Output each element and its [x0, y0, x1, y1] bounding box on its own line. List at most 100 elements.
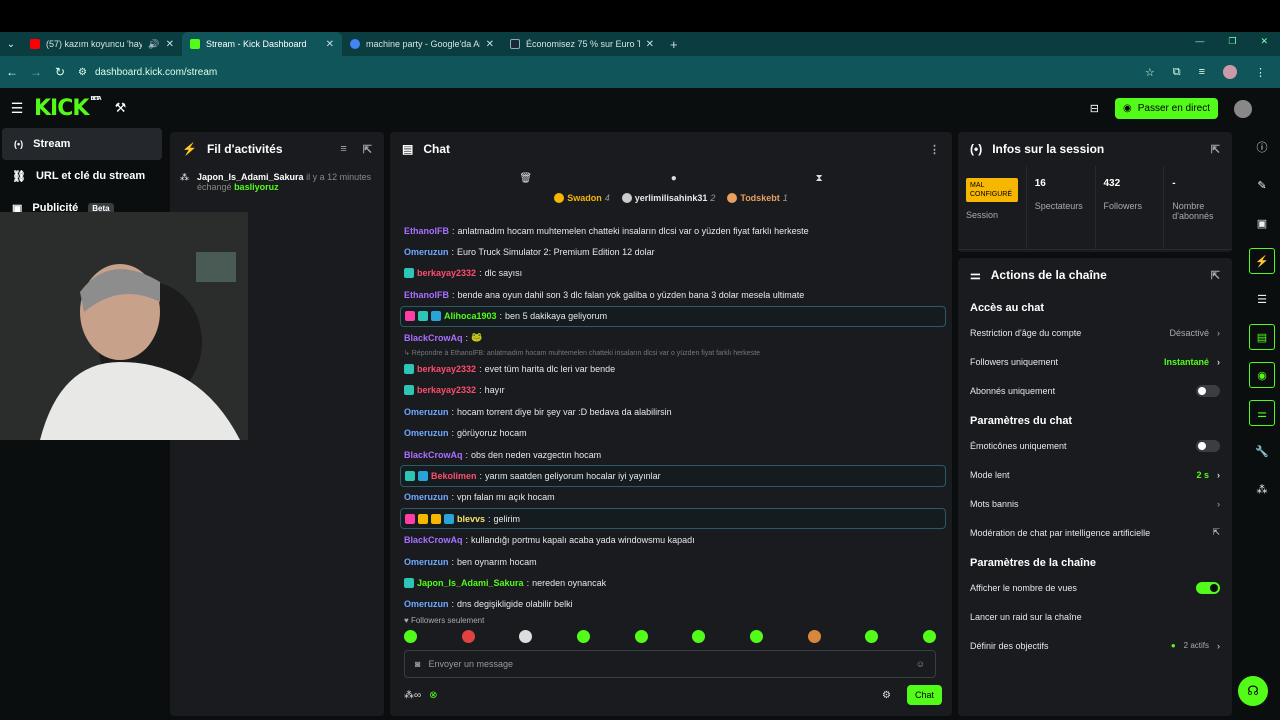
multistream-icon[interactable]: ⊟	[1090, 102, 1099, 115]
emote-icon[interactable]	[865, 630, 879, 643]
emote-icon[interactable]	[519, 630, 533, 643]
chat-username[interactable]: blevvs	[457, 514, 485, 524]
chat-username[interactable]: Alihoca1903	[444, 311, 497, 321]
kick-logo[interactable]: KICK BETA	[34, 96, 102, 121]
chat-message[interactable]: Omeruzun: vpn falan mı açık hocam	[400, 487, 946, 508]
minimize-icon[interactable]: —	[1195, 36, 1204, 47]
network-icon[interactable]: ⁂	[1249, 476, 1275, 502]
close-tab-icon[interactable]: ✕	[166, 39, 174, 50]
url-field[interactable]: ⚙ dashboard.kick.com/stream	[78, 67, 1145, 78]
emotes-only-toggle[interactable]	[1196, 439, 1220, 452]
close-tab-icon[interactable]: ✕	[646, 39, 654, 50]
edit-icon[interactable]: ✎	[1249, 172, 1275, 198]
chat-message[interactable]: blevvs: gelirim	[400, 508, 946, 530]
sliders-icon[interactable]: ⚌	[1249, 400, 1275, 426]
chat-username[interactable]: BlackCrowAq	[404, 450, 463, 460]
close-window-icon[interactable]: ✕	[1260, 36, 1268, 47]
sidebar-item-stream-key[interactable]: ⛓ URL et clé du stream	[0, 160, 166, 192]
emote-icon[interactable]	[749, 630, 763, 643]
goals-setting[interactable]: Définir des objectifs ● 2 actifs ›	[958, 631, 1232, 660]
site-info-icon[interactable]: ⚙	[78, 67, 87, 78]
age-restriction-setting[interactable]: Restriction d'âge du compte Désactivé ›	[958, 318, 1232, 347]
chat-username[interactable]: berkayay2332	[417, 385, 476, 395]
subscribers-only-toggle[interactable]	[1196, 384, 1220, 397]
raid-setting[interactable]: Lancer un raid sur la chaîne	[958, 602, 1232, 631]
wrench-icon[interactable]: 🔧	[1249, 438, 1275, 464]
lightning-icon[interactable]: ⚡	[1249, 248, 1275, 274]
popout-icon[interactable]: ⇱	[363, 143, 372, 156]
go-live-button[interactable]: ◉ Passer en direct	[1115, 98, 1218, 119]
chat-username[interactable]: Japon_Is_Adami_Sakura	[417, 578, 524, 588]
chat-message[interactable]: Alihoca1903: ben 5 dakikaya geliyorum	[400, 305, 946, 327]
info-icon[interactable]: ⓘ	[1249, 134, 1275, 160]
chat-username[interactable]: Omeruzun	[404, 407, 449, 417]
chat-username[interactable]: berkayay2332	[417, 268, 476, 278]
chat-message[interactable]: Omeruzun: dns degişikligide olabilir belk…	[400, 594, 946, 615]
chat-message[interactable]: EthanolFB: anlatmadım hocam muhtemelen ch…	[400, 220, 946, 241]
message-icon[interactable]: ●	[671, 173, 677, 184]
emote-icon[interactable]	[692, 630, 706, 643]
speaker-icon[interactable]: 🔊	[148, 39, 159, 50]
emote-icon[interactable]	[634, 630, 648, 643]
help-headset-icon[interactable]: ☊	[1238, 676, 1268, 706]
chat-message[interactable]: berkayay2332: evet tüm harita dlc leri va…	[400, 358, 946, 379]
chat-message[interactable]: Omeruzun: hocam torrent diye bir şey var …	[400, 401, 946, 422]
media-icon[interactable]: ▣	[1249, 210, 1275, 236]
more-options-icon[interactable]: ⋮	[929, 143, 940, 156]
extensions-icon[interactable]: ⧉	[1173, 66, 1181, 79]
user-avatar[interactable]	[1234, 99, 1252, 118]
chat-username[interactable]: EthanolFB	[404, 290, 449, 300]
close-tab-icon[interactable]: ✕	[326, 39, 334, 50]
slow-mode-setting[interactable]: Mode lent 2 s ›	[958, 460, 1232, 489]
new-tab-button[interactable]: +	[662, 32, 686, 56]
chat-message[interactable]: berkayay2332: hayır	[400, 380, 946, 401]
chat-username[interactable]: Omeruzun	[404, 247, 449, 257]
banned-words-setting[interactable]: Mots bannis ›	[958, 489, 1232, 518]
points-icon[interactable]: ⁂∞	[404, 690, 421, 701]
broadcast-icon[interactable]: ◉	[1249, 362, 1275, 388]
user-badge-icon[interactable]: ◙	[415, 659, 420, 669]
hourglass-icon[interactable]: ⧗	[816, 173, 823, 184]
forward-icon[interactable]: →	[24, 65, 48, 79]
followers-only-setting[interactable]: Followers uniquement Instantané ›	[958, 347, 1232, 376]
browser-tab-youtube[interactable]: (57) kazım koyuncu 'hayde 🔊 ✕	[22, 32, 182, 56]
chat-message[interactable]: EthanolFB: bende ana oyun dahil son 3 dlc…	[400, 284, 946, 305]
view-count-toggle[interactable]	[1196, 581, 1220, 594]
chat-icon[interactable]: ▤	[1249, 324, 1275, 350]
browser-tab-google[interactable]: machine party - Google'da Ara ✕	[342, 32, 502, 56]
chat-username[interactable]: berkayay2332	[417, 364, 476, 374]
maximize-icon[interactable]: ❐	[1228, 36, 1236, 47]
popout-icon[interactable]: ⇱	[1211, 269, 1220, 282]
filter-icon[interactable]: ≡	[340, 143, 346, 156]
chat-message[interactable]: BlackCrowAq: obs den neden vazgectın hoca…	[400, 444, 946, 465]
emote-icon[interactable]	[461, 630, 475, 643]
gifter-badge[interactable]: Swadon 4	[554, 193, 610, 203]
chat-username[interactable]: Omeruzun	[404, 428, 449, 438]
chat-message[interactable]: Omeruzun: görüyoruz hocam	[400, 423, 946, 444]
back-icon[interactable]: ←	[0, 65, 24, 79]
send-chat-button[interactable]: Chat	[906, 685, 942, 705]
reload-icon[interactable]: ↻	[48, 65, 72, 79]
popout-icon[interactable]: ⇱	[1211, 143, 1220, 156]
tools-hammer-icon[interactable]: ⚒	[115, 100, 127, 116]
browser-menu-icon[interactable]: ⋮	[1255, 66, 1266, 79]
hamburger-menu-icon[interactable]: ☰	[0, 100, 34, 117]
kick-coin-icon[interactable]: ⊗	[429, 690, 437, 701]
emoji-icon[interactable]: ☺	[916, 659, 925, 669]
chat-settings-icon[interactable]: ⚙	[882, 690, 891, 701]
chat-username[interactable]: Omeruzun	[404, 492, 449, 502]
chat-message[interactable]: Omeruzun: Euro Truck Simulator 2: Premium…	[400, 241, 946, 262]
media-icon[interactable]: ≡	[1199, 66, 1205, 78]
gifter-badge[interactable]: Todskebt 1	[727, 193, 788, 203]
chat-message[interactable]: Japon_Is_Adami_Sakura: nereden oynancak	[400, 572, 946, 593]
chat-message[interactable]: berkayay2332: dlc sayısı	[400, 263, 946, 284]
chat-message[interactable]: Omeruzun: ben oynarım hocam	[400, 551, 946, 572]
chat-username[interactable]: BlackCrowAq	[404, 333, 463, 343]
chat-message-input[interactable]: ◙ Envoyer un message ☺	[404, 650, 936, 678]
browser-tab-steam[interactable]: Économisez 75 % sur Euro Truc ✕	[502, 32, 662, 56]
chat-username[interactable]: EthanolFB	[404, 226, 449, 236]
close-tab-icon[interactable]: ✕	[486, 39, 494, 50]
gifter-badge[interactable]: yerlimilisahink31 2	[621, 193, 715, 203]
chat-username[interactable]: Omeruzun	[404, 557, 449, 567]
emote-icon[interactable]	[404, 630, 417, 643]
